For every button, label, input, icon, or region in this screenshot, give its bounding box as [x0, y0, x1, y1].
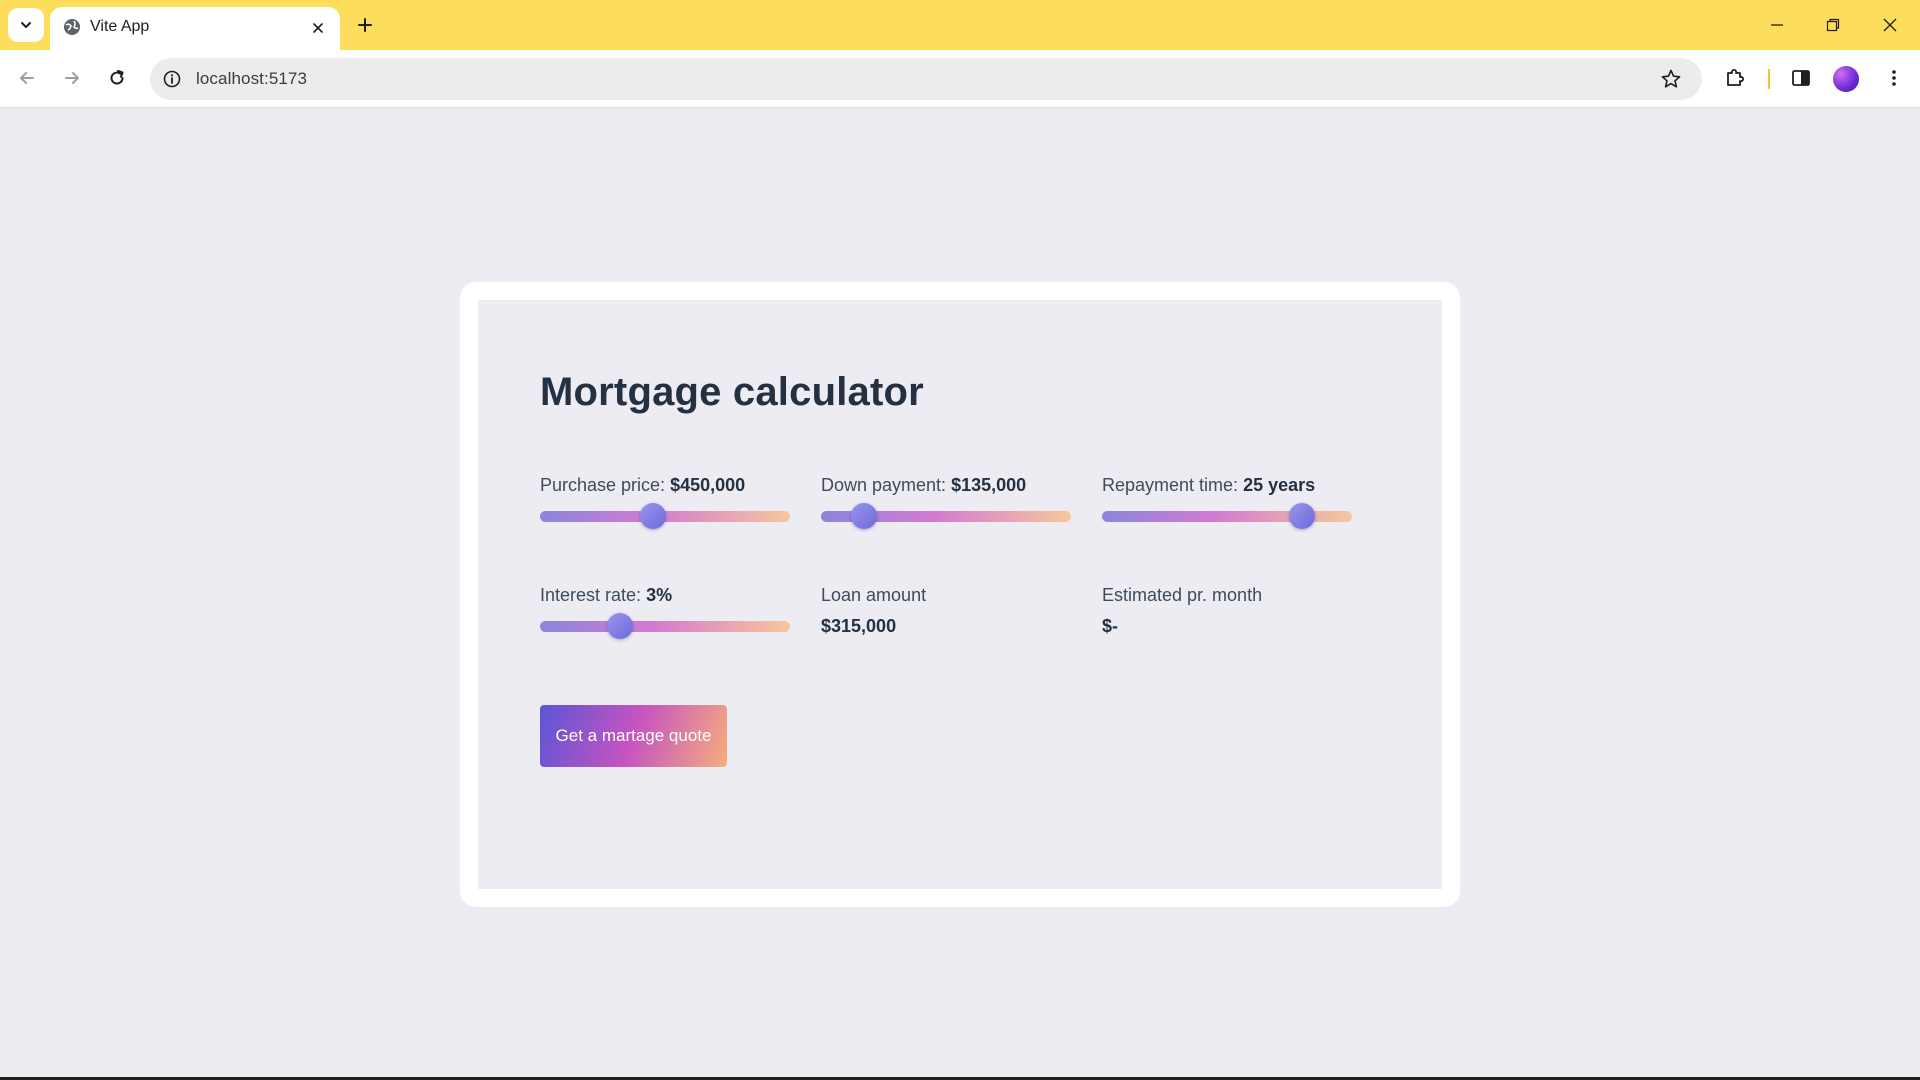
interest-rate-field: Interest rate: 3%: [540, 585, 790, 639]
slider-thumb[interactable]: [639, 503, 666, 529]
info-icon: [163, 70, 181, 88]
estimated-month-value: $-: [1102, 616, 1119, 636]
interest-rate-label-text: Interest rate:: [540, 585, 647, 605]
bookmark-button[interactable]: [1659, 67, 1683, 91]
minimize-button[interactable]: [1759, 7, 1795, 43]
down-payment-field: Down payment: $135,000: [821, 475, 1071, 529]
plus-icon: [358, 18, 372, 32]
repayment-time-label-text: Repayment time:: [1102, 475, 1244, 495]
down-payment-slider[interactable]: [821, 503, 1071, 529]
purchase-price-slider[interactable]: [540, 503, 790, 529]
browser-menu-button[interactable]: [1877, 61, 1911, 95]
browser-tab[interactable]: Vite App: [50, 7, 340, 50]
repayment-time-slider[interactable]: [1102, 503, 1352, 529]
puzzle-icon: [1727, 69, 1744, 86]
calculator-card: Mortgage calculator Purchase price: $450…: [460, 282, 1460, 907]
repayment-time-field: Repayment time: 25 years: [1102, 475, 1352, 529]
url-text: localhost:5173: [196, 69, 308, 88]
down-payment-label: Down payment: $135,000: [821, 475, 1071, 496]
down-payment-label-text: Down payment:: [821, 475, 952, 495]
new-tab-button[interactable]: [352, 12, 378, 38]
calculator-panel: Mortgage calculator Purchase price: $450…: [478, 300, 1442, 889]
arrow-right-icon: [65, 72, 79, 84]
star-icon: [1661, 69, 1681, 88]
purchase-price-label-text: Purchase price:: [540, 475, 671, 495]
browser-tab-strip: Vite App: [0, 0, 1920, 50]
toolbar-divider: [1768, 69, 1770, 89]
slider-track[interactable]: [540, 621, 790, 632]
purchase-price-label: Purchase price: $450,000: [540, 475, 790, 496]
reload-button[interactable]: [100, 61, 134, 95]
loan-amount-value: $315,000: [821, 616, 897, 636]
close-icon: [313, 23, 323, 33]
side-panel-icon: [1792, 70, 1810, 86]
close-window-button[interactable]: [1872, 7, 1908, 43]
chevron-down-icon: [21, 22, 31, 28]
page-title: Mortgage calculator: [540, 370, 924, 414]
interest-rate-slider[interactable]: [540, 613, 790, 639]
slider-thumb[interactable]: [850, 503, 877, 529]
interest-rate-value: 3%: [646, 585, 673, 605]
purchase-price-field: Purchase price: $450,000: [540, 475, 790, 529]
tab-search-button[interactable]: [8, 8, 44, 42]
minimize-icon: [1771, 24, 1783, 26]
browser-toolbar: localhost:5173: [0, 50, 1920, 108]
estimated-month-label: Estimated pr. month: [1102, 585, 1263, 605]
tab-close-button[interactable]: [308, 18, 328, 38]
down-payment-value: $135,000: [951, 475, 1027, 495]
repayment-time-value: 25 years: [1243, 475, 1316, 495]
profile-avatar[interactable]: [1833, 66, 1859, 92]
restore-button[interactable]: [1815, 7, 1851, 43]
estimated-month-field: Estimated pr. month $-: [1102, 585, 1352, 637]
tab-title: Vite App: [90, 18, 150, 35]
back-button[interactable]: [10, 61, 44, 95]
get-quote-button[interactable]: Get a martage quote: [540, 705, 727, 767]
loan-amount-label: Loan amount: [821, 585, 927, 605]
slider-thumb[interactable]: [1289, 503, 1315, 529]
extensions-button[interactable]: [1718, 61, 1752, 95]
arrow-left-icon: [20, 72, 34, 84]
address-bar[interactable]: localhost:5173: [150, 58, 1702, 100]
globe-icon: [64, 19, 80, 35]
side-panel-button[interactable]: [1784, 61, 1818, 95]
repayment-time-label: Repayment time: 25 years: [1102, 475, 1352, 496]
loan-amount-field: Loan amount $315,000: [821, 585, 1071, 637]
kebab-menu-icon: [1892, 70, 1896, 86]
close-icon: [1883, 18, 1897, 32]
restore-icon: [1826, 18, 1840, 32]
reload-icon: [110, 70, 124, 85]
forward-button[interactable]: [55, 61, 89, 95]
purchase-price-value: $450,000: [670, 475, 746, 495]
slider-thumb[interactable]: [607, 613, 633, 639]
interest-rate-label: Interest rate: 3%: [540, 585, 790, 606]
site-info-button[interactable]: [160, 67, 184, 91]
